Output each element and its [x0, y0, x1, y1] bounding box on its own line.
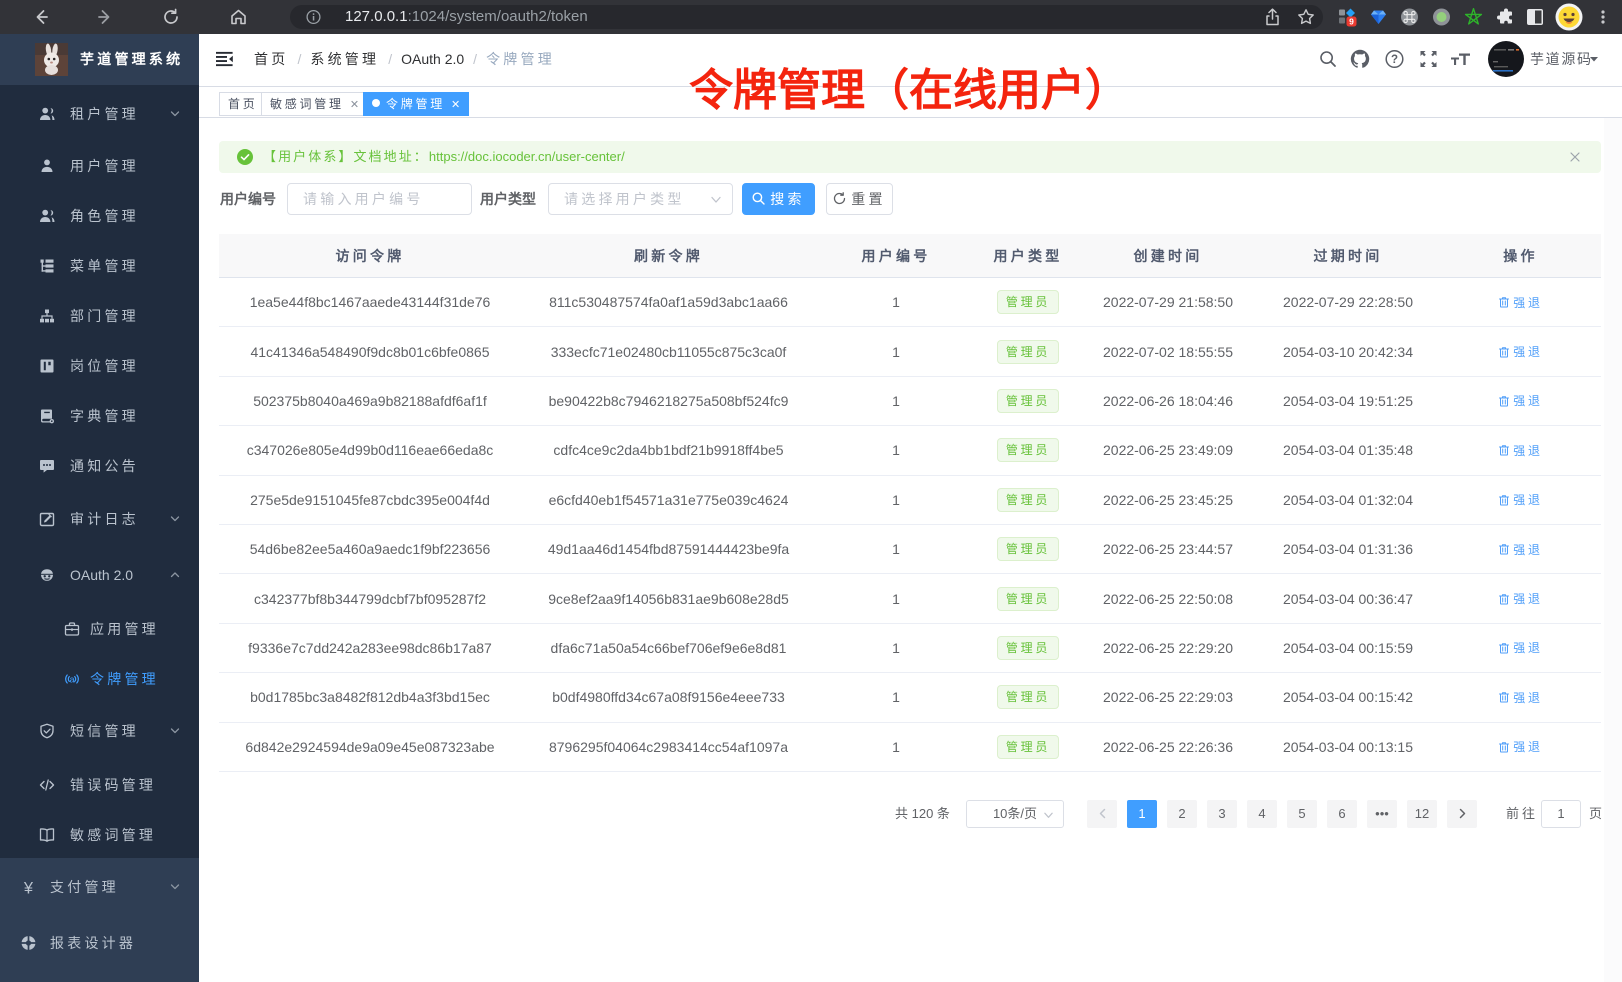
svg-text:¥: ¥	[23, 879, 34, 895]
svg-text:9: 9	[1349, 17, 1354, 27]
svg-text:a: a	[69, 675, 74, 685]
svg-text:?: ?	[1391, 54, 1398, 66]
